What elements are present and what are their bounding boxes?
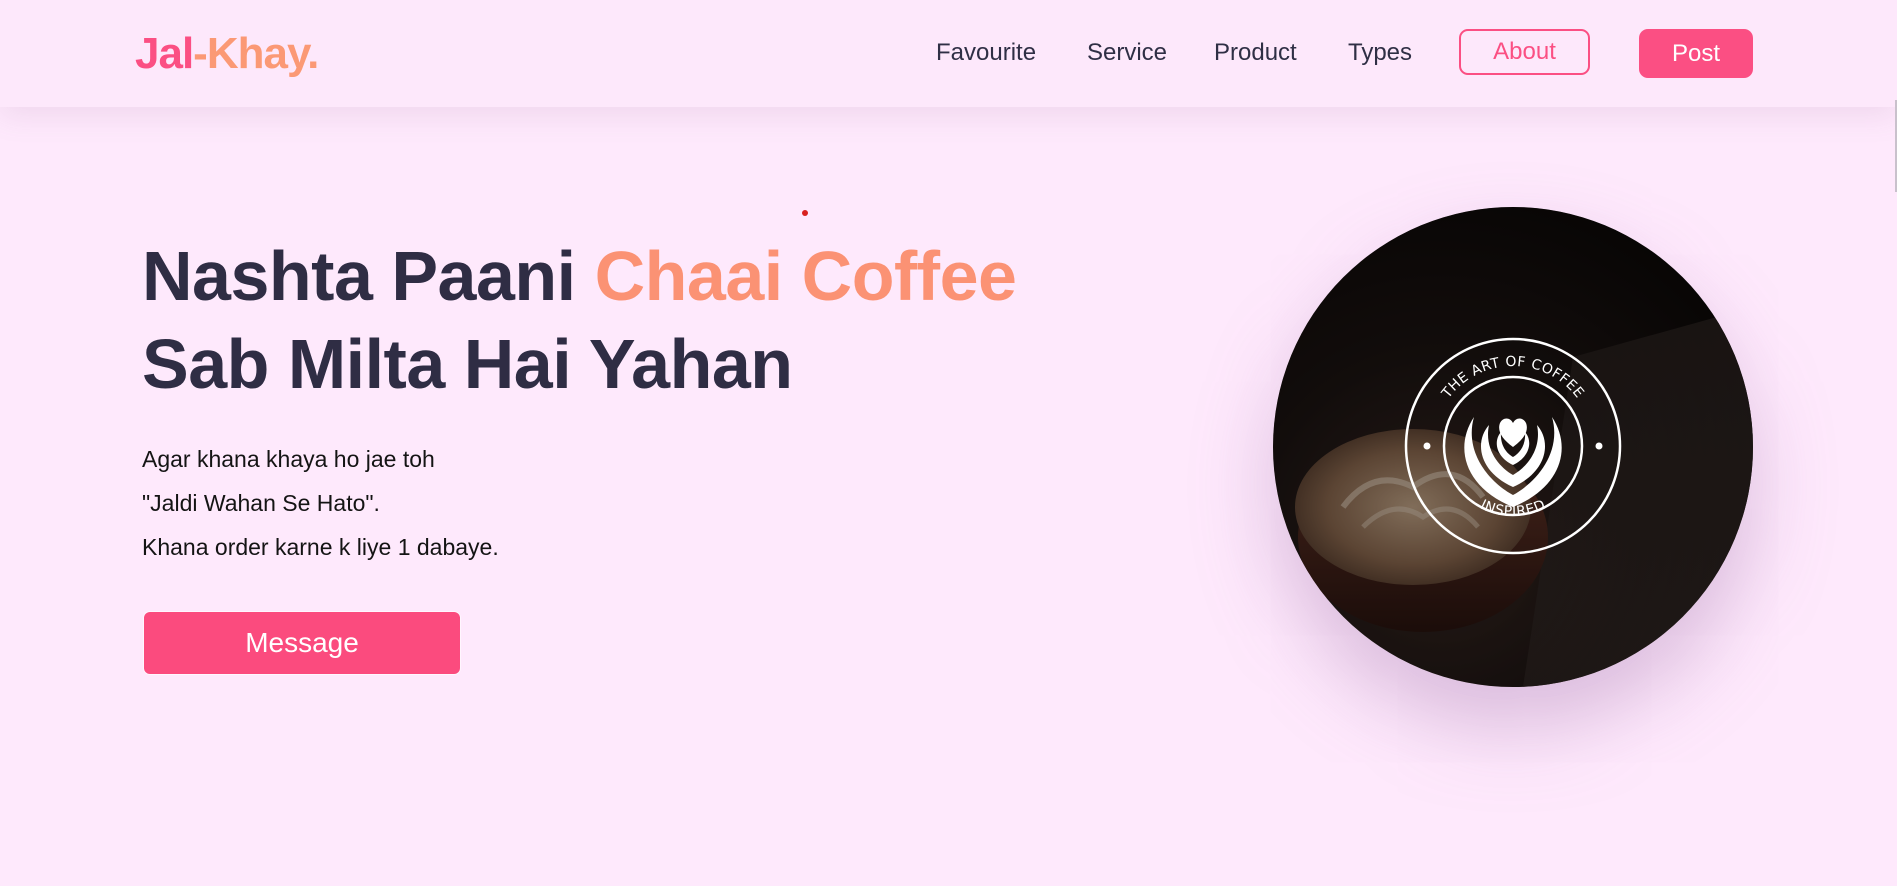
hero-image: THE ART OF COFFEE INSPIRED bbox=[1273, 207, 1753, 687]
latte-heart-icon bbox=[1464, 417, 1562, 507]
nav-favourite[interactable]: Favourite bbox=[936, 33, 1036, 73]
nav-product[interactable]: Product bbox=[1214, 33, 1297, 73]
logo-part-1: Jal bbox=[135, 29, 194, 78]
hero-description: Agar khana khaya ho jae toh "Jaldi Wahan… bbox=[142, 437, 499, 569]
about-button[interactable]: About bbox=[1459, 29, 1590, 75]
cursor-dot bbox=[802, 210, 808, 216]
hero-title-accent: Chaai Coffee bbox=[594, 237, 1017, 315]
hero-line-2: "Jaldi Wahan Se Hato". bbox=[142, 490, 380, 516]
coffee-emblem: THE ART OF COFFEE INSPIRED bbox=[1404, 337, 1622, 555]
hero-title: Nashta Paani Chaai Coffee Sab Milta Hai … bbox=[142, 232, 1017, 408]
site-header: Jal-Khay. Favourite Service Product Type… bbox=[0, 0, 1897, 107]
post-button[interactable]: Post bbox=[1639, 29, 1753, 78]
page: Jal-Khay. Favourite Service Product Type… bbox=[0, 0, 1897, 886]
hero-title-line-2: Sab Milta Hai Yahan bbox=[142, 325, 793, 403]
hero-line-3: Khana order karne k liye 1 dabaye. bbox=[142, 534, 499, 560]
logo-part-2: -Khay. bbox=[193, 29, 319, 78]
hero-line-1: Agar khana khaya ho jae toh bbox=[142, 446, 435, 472]
hero-title-part-1: Nashta Paani bbox=[142, 237, 595, 315]
nav-service[interactable]: Service bbox=[1087, 33, 1167, 73]
message-button[interactable]: Message bbox=[144, 612, 460, 674]
nav-types[interactable]: Types bbox=[1348, 33, 1412, 73]
site-logo[interactable]: Jal-Khay. bbox=[135, 24, 319, 84]
